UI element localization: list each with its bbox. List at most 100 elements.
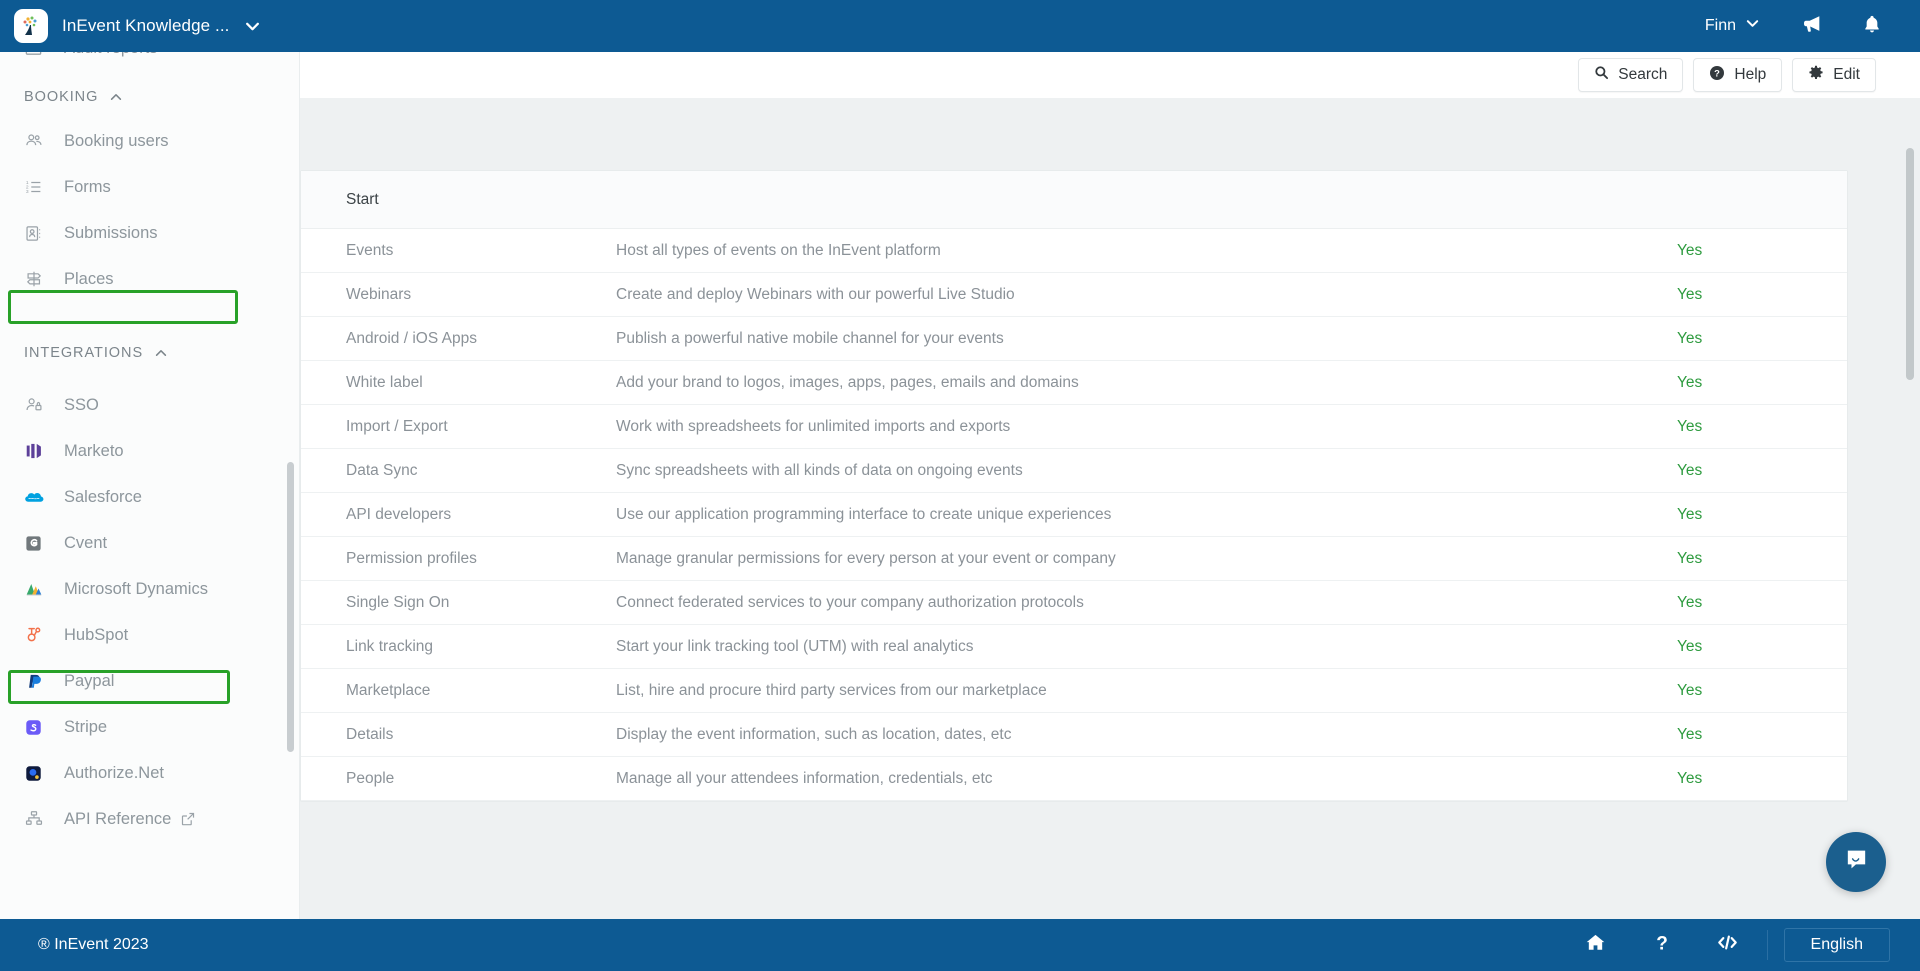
sidebar-item-microsoft-dynamics[interactable]: Microsoft Dynamics xyxy=(0,566,299,612)
notifications-button[interactable] xyxy=(1842,0,1902,52)
sitemap-icon xyxy=(24,809,54,829)
table-cell-value: Yes xyxy=(1677,549,1703,567)
sidebar-item-api-reference[interactable]: API Reference xyxy=(0,796,299,842)
user-lock-icon xyxy=(24,395,54,415)
svg-text:?: ? xyxy=(1656,933,1668,954)
table-cell-description: Host all types of events on the InEvent … xyxy=(616,241,941,259)
sidebar: Audit reports BOOKING Booking users xyxy=(0,52,300,945)
table-cell-name: Details xyxy=(346,725,394,743)
table-cell-name: Single Sign On xyxy=(346,593,450,611)
table-cell-value: Yes xyxy=(1677,285,1703,303)
table-cell-description: Use our application programming interfac… xyxy=(616,505,1112,523)
microsoft-dynamics-logo-icon xyxy=(24,579,54,599)
sidebar-item-label: Audit reports xyxy=(64,52,158,58)
svg-text:?: ? xyxy=(1715,67,1721,78)
external-link-icon xyxy=(180,811,196,827)
table-cell-value: Yes xyxy=(1677,725,1703,743)
chevron-down-icon xyxy=(1745,16,1760,36)
table-cell-value: Yes xyxy=(1677,505,1703,523)
table-row[interactable]: Single Sign On Connect federated services… xyxy=(301,581,1847,625)
chart-icon xyxy=(24,52,54,58)
sidebar-item-stripe[interactable]: Stripe xyxy=(0,704,299,750)
table-cell-name: People xyxy=(346,769,395,787)
table-cell-name: Webinars xyxy=(346,285,412,303)
table-row[interactable]: Data Sync Sync spreadsheets with all kind… xyxy=(301,449,1847,493)
svg-text:3: 3 xyxy=(26,189,29,195)
table-row[interactable]: Webinars Create and deploy Webinars with … xyxy=(301,273,1847,317)
table-cell-name: Android / iOS Apps xyxy=(346,329,477,347)
table-row[interactable]: Permission profiles Manage granular permi… xyxy=(301,537,1847,581)
question-circle-icon: ? xyxy=(1709,65,1725,86)
sidebar-item-label: Authorize.Net xyxy=(64,763,164,782)
footer-divider xyxy=(1766,930,1768,960)
chevron-up-icon xyxy=(109,90,123,104)
sidebar-item-paypal[interactable]: Paypal xyxy=(0,658,299,704)
table-row[interactable]: Import / Export Work with spreadsheets fo… xyxy=(301,405,1847,449)
authorize-net-logo-icon xyxy=(24,764,54,783)
footer-code-button[interactable] xyxy=(1695,919,1761,971)
table-row[interactable]: People Manage all your attendees informat… xyxy=(301,757,1847,801)
table-cell-value: Yes xyxy=(1677,593,1703,611)
footer-copyright: ® InEvent 2023 xyxy=(38,936,149,953)
table-cell-name: API developers xyxy=(346,505,452,523)
table-row[interactable]: Link tracking Start your link tracking to… xyxy=(301,625,1847,669)
main-scrollbar-thumb[interactable] xyxy=(1906,148,1914,380)
table-cell-value: Yes xyxy=(1677,637,1703,655)
sidebar-item-label: Places xyxy=(64,269,114,288)
sidebar-item-places[interactable]: Places xyxy=(0,256,299,302)
table-cell-description: Manage all your attendees information, c… xyxy=(616,769,993,787)
code-icon xyxy=(1716,932,1739,958)
table-row[interactable]: Marketplace List, hire and procure third … xyxy=(301,669,1847,713)
sidebar-section-booking[interactable]: BOOKING xyxy=(0,76,299,118)
sidebar-item-audit-reports[interactable]: Audit reports xyxy=(0,52,299,62)
sidebar-section-title: BOOKING xyxy=(24,89,99,105)
search-button[interactable]: Search xyxy=(1578,58,1684,92)
sidebar-scroll-content: Audit reports BOOKING Booking users xyxy=(0,52,299,856)
edit-button[interactable]: Edit xyxy=(1792,58,1876,92)
table-cell-name: Data Sync xyxy=(346,461,418,479)
language-label: English xyxy=(1810,936,1863,953)
top-navigation-bar: InEvent Knowledge ... Finn xyxy=(0,0,1920,52)
table-row[interactable]: Events Host all types of events on the In… xyxy=(301,229,1847,273)
table-cell-name: Events xyxy=(346,241,394,259)
footer-home-button[interactable] xyxy=(1563,919,1629,971)
user-menu[interactable]: Finn xyxy=(1683,0,1782,52)
table-cell-value: Yes xyxy=(1677,461,1703,479)
sidebar-item-salesforce[interactable]: Salesforce xyxy=(0,474,299,520)
sidebar-item-authorize-net[interactable]: Authorize.Net xyxy=(0,750,299,796)
table-row[interactable]: Details Display the event information, su… xyxy=(301,713,1847,757)
footer-help-button[interactable]: ? xyxy=(1629,919,1695,971)
salesforce-logo-icon xyxy=(24,487,54,508)
question-mark-icon: ? xyxy=(1652,932,1672,959)
topbar-actions: Finn xyxy=(1683,0,1920,52)
sidebar-item-label: Forms xyxy=(64,177,111,196)
search-button-label: Search xyxy=(1618,66,1668,83)
sidebar-item-marketo[interactable]: Marketo xyxy=(0,428,299,474)
sidebar-item-sso[interactable]: SSO xyxy=(0,382,299,428)
sidebar-item-label: HubSpot xyxy=(64,625,129,644)
table-row[interactable]: White label Add your brand to logos, imag… xyxy=(301,361,1847,405)
sidebar-section-title: INTEGRATIONS xyxy=(24,345,144,361)
sidebar-item-submissions[interactable]: Submissions xyxy=(0,210,299,256)
table-row[interactable]: Android / iOS Apps Publish a powerful nat… xyxy=(301,317,1847,361)
sidebar-item-label: Stripe xyxy=(64,717,108,736)
features-table: Start Events Host all types of events on … xyxy=(300,170,1848,802)
sidebar-section-integrations[interactable]: INTEGRATIONS xyxy=(0,332,299,374)
brand-switcher[interactable]: InEvent Knowledge ... xyxy=(0,0,300,52)
chevron-down-icon[interactable] xyxy=(244,18,261,35)
table-cell-description: Connect federated services to your compa… xyxy=(616,593,1084,611)
sidebar-item-hubspot[interactable]: HubSpot xyxy=(0,612,299,658)
announcements-button[interactable] xyxy=(1782,0,1842,52)
sidebar-item-forms[interactable]: 1 2 3 Forms xyxy=(0,164,299,210)
bell-icon xyxy=(1862,13,1882,40)
sidebar-item-cvent[interactable]: Cvent xyxy=(0,520,299,566)
sidebar-item-booking-users[interactable]: Booking users xyxy=(0,118,299,164)
table-cell-description: Display the event information, such as l… xyxy=(616,725,1012,743)
home-icon xyxy=(1585,932,1606,958)
language-selector[interactable]: English xyxy=(1783,928,1890,962)
help-button[interactable]: ? Help xyxy=(1693,58,1783,92)
table-row[interactable]: API developers Use our application progra… xyxy=(301,493,1847,537)
chat-widget-button[interactable] xyxy=(1826,832,1886,892)
sidebar-scrollbar-thumb[interactable] xyxy=(287,462,294,752)
cvent-logo-icon xyxy=(24,534,54,553)
